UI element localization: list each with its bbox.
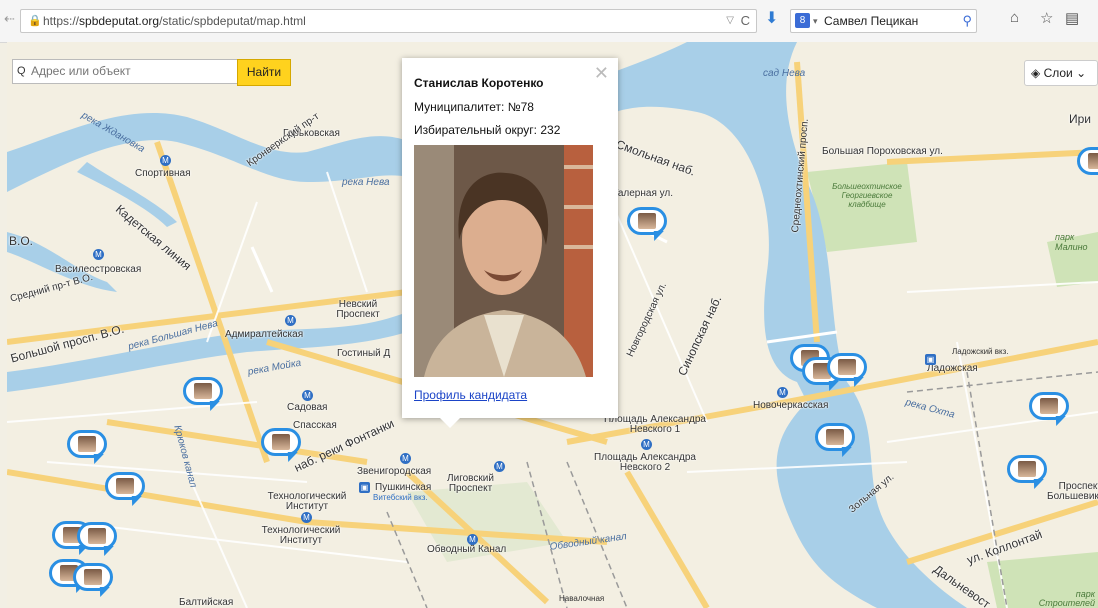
candidate-marker[interactable] xyxy=(261,428,301,456)
map-label-zvenigorodskaya: Звенигородская xyxy=(357,466,432,477)
map-label-novocherkasskaya: Новочеркасская xyxy=(753,400,829,411)
map-label-vo: В.О. xyxy=(9,234,34,248)
map-label-sad-neva: сад Нева xyxy=(763,68,806,79)
map-label-ladozhskiy-vkz: Ладожский вкз. xyxy=(952,347,1009,356)
browser-toolbar: ⇠ 🔒 https://spbdeputat.org/static/spbdep… xyxy=(0,0,1098,43)
search-icon[interactable]: ⚲ xyxy=(962,10,972,32)
candidate-photo-thumb xyxy=(88,528,106,544)
candidate-marker[interactable] xyxy=(67,430,107,458)
metro-icon: M xyxy=(302,390,313,401)
bookmarks-list-icon[interactable]: ▤ xyxy=(1065,9,1079,27)
back-arrow-icon[interactable]: ⇠ xyxy=(4,11,15,27)
chevron-down-icon[interactable]: ▾ xyxy=(813,10,818,32)
search-icon: Q xyxy=(17,65,26,77)
train-station-icon: ▣ xyxy=(359,482,370,493)
map-label-park-malino: парк Малино xyxy=(1055,232,1088,252)
metro-icon: M xyxy=(400,453,411,464)
map-label-pushkinskaya: Пушкинская xyxy=(375,482,432,493)
metro-icon: M xyxy=(641,439,652,450)
close-icon[interactable]: ✕ xyxy=(594,63,609,84)
candidate-photo-thumb xyxy=(84,569,102,585)
metro-icon: M xyxy=(160,155,171,166)
candidate-marker[interactable] xyxy=(1007,455,1047,483)
candidate-photo-thumb xyxy=(116,478,134,494)
candidate-marker[interactable] xyxy=(183,377,223,405)
address-bar[interactable]: 🔒 https://spbdeputat.org/static/spbdeput… xyxy=(20,9,757,33)
map-label-tehinst2: Технологический Институт xyxy=(261,525,341,546)
metro-icon: M xyxy=(285,315,296,326)
candidate-photo-thumb xyxy=(838,359,856,375)
chevron-down-icon: ⌄ xyxy=(1076,66,1087,80)
metro-icon: M xyxy=(93,249,104,260)
map-label-baltiyskaya: Балтийская xyxy=(179,597,234,608)
candidate-marker[interactable] xyxy=(105,472,145,500)
candidate-district: Избирательный округ: 232 xyxy=(414,123,561,137)
candidate-photo-thumb xyxy=(1040,398,1058,414)
candidate-photo-thumb xyxy=(78,436,96,452)
map-label-irina: Ири xyxy=(1069,112,1092,126)
candidate-photo-image xyxy=(414,145,593,377)
metro-icon: M xyxy=(494,461,505,472)
map-label-sadovaya: Садовая xyxy=(287,402,328,413)
lock-icon: 🔒 xyxy=(28,15,42,27)
map-label-pl-al-2: Площадь Александра Невского 2 xyxy=(594,452,696,473)
candidate-name: Станислав Коротенко xyxy=(414,76,544,90)
layers-label: Слои xyxy=(1043,66,1073,80)
search-engine-icon[interactable]: 8 xyxy=(795,13,810,28)
map-view[interactable]: Горьковская Кронверкский пр-т Спортивная… xyxy=(7,42,1098,608)
find-button[interactable]: Найти xyxy=(237,59,291,86)
candidate-marker[interactable] xyxy=(827,353,867,381)
map-label-ligovskiy: Лиговский Проспект xyxy=(447,473,494,494)
url-text: https://spbdeputat.org/static/spbdeputat… xyxy=(43,14,306,28)
map-label-sportivnaya: Спортивная xyxy=(135,168,191,179)
bookmark-star-icon[interactable]: ☆ xyxy=(1040,9,1053,27)
map-label-tehinst1: Технологический Институт xyxy=(267,491,347,512)
metro-icon: M xyxy=(301,512,312,523)
map-label-vitebskiy: Витебский вкз. xyxy=(373,493,428,502)
map-label-nevskiy: Невский Проспект xyxy=(336,299,380,320)
candidate-marker[interactable] xyxy=(627,207,667,235)
map-label-vasileostrovskaya: Василеостровская xyxy=(55,264,142,275)
map-label-bolshaya-porokh: Большая Пороховская ул. xyxy=(822,146,943,157)
browser-search-bar[interactable]: 8 ▾ Самвел Пецикан ⚲ xyxy=(790,9,977,33)
candidate-photo-thumb xyxy=(1088,153,1098,169)
download-icon[interactable]: ⬇ xyxy=(765,8,778,28)
candidate-photo-thumb xyxy=(194,383,212,399)
map-label-prospekt-bolsh: Проспект Большевико xyxy=(1047,481,1098,502)
metro-icon: M xyxy=(467,534,478,545)
map-label-park-stroit: парк Строителей xyxy=(1038,589,1095,608)
layers-button[interactable]: ◈ Слои ⌄ xyxy=(1024,60,1098,86)
map-search-box: Q xyxy=(12,59,238,84)
candidate-profile-link[interactable]: Профиль кандидата xyxy=(414,388,527,402)
map-label-spasskaya: Спасская xyxy=(293,420,337,431)
candidate-photo-thumb xyxy=(826,429,844,445)
map-label-admiralteyskaya: Адмиралтейская xyxy=(225,329,304,340)
candidate-photo-thumb xyxy=(272,434,290,450)
candidate-marker[interactable] xyxy=(1077,147,1098,175)
address-search-input[interactable] xyxy=(31,61,231,80)
map-label-cemetery: Большеохтинское Георгиевское кладбище xyxy=(832,182,902,209)
candidate-photo-thumb xyxy=(638,213,656,229)
map-label-reka-neva: река Нева xyxy=(342,177,390,188)
candidate-marker[interactable] xyxy=(815,423,855,451)
candidate-marker[interactable] xyxy=(77,522,117,550)
dropdown-arrow-icon[interactable]: ▽ xyxy=(726,10,734,32)
candidate-popup: ✕ Станислав Коротенко Муниципалитет: №78… xyxy=(402,58,618,428)
reload-icon[interactable]: C xyxy=(741,10,750,32)
map-label-navalochnaya: Навалочная xyxy=(559,594,605,603)
candidate-marker[interactable] xyxy=(1029,392,1069,420)
home-icon[interactable]: ⌂ xyxy=(1010,9,1019,26)
map-label-gostiny: Гостиный Д xyxy=(337,348,391,359)
candidate-photo xyxy=(414,145,593,377)
candidate-municipality: Муниципалитет: №78 xyxy=(414,100,534,114)
train-station-icon: ▣ xyxy=(925,354,936,365)
search-bar-text: Самвел Пецикан xyxy=(824,14,919,28)
map-label-galernaya: Галерная ул. xyxy=(613,188,674,199)
layers-icon: ◈ xyxy=(1031,66,1041,80)
candidate-photo-thumb xyxy=(1018,461,1036,477)
map-label-pl-al-1: Площадь Александра Невского 1 xyxy=(604,414,706,435)
candidate-marker[interactable] xyxy=(73,563,113,591)
map-label-obvodny: Обводный Канал xyxy=(427,544,507,555)
metro-icon: M xyxy=(777,387,788,398)
